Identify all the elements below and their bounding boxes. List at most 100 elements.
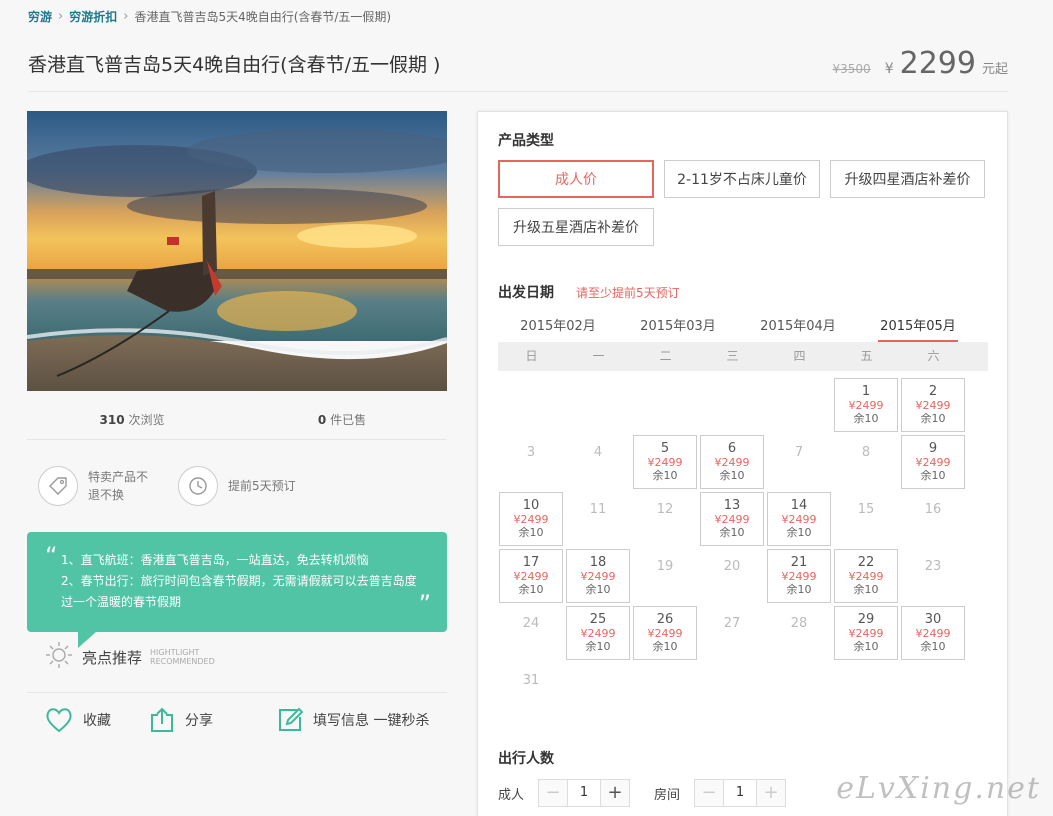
currency-symbol: ¥ [884, 61, 894, 77]
share-button[interactable]: 分享 [149, 707, 213, 733]
calendar-day[interactable]: 22 ¥2499 余10 [834, 549, 898, 603]
calendar-day-number: 19 [656, 559, 674, 574]
calendar-day-number: 16 [924, 502, 942, 517]
sold-label: 件已售 [330, 413, 367, 427]
highlight-line-2: 2、春节出行：旅行时间包含春节假期，无需请假就可以去普吉岛度过一个温暖的春节假期 [61, 574, 417, 609]
calendar-day-number: 1 [861, 384, 871, 399]
calendar-day-remaining: 余10 [920, 640, 946, 653]
calendar-day-remaining: 余10 [853, 640, 879, 653]
calendar-day[interactable]: 14 ¥2499 余10 [767, 492, 831, 546]
highlight-label-en-2: RECOMMENDED [150, 657, 215, 666]
calendar-day-number: 5 [660, 441, 670, 456]
calendar-day-remaining: 余10 [920, 412, 946, 425]
calendar-day-number: 9 [928, 441, 938, 456]
breadcrumb-home-link[interactable]: 穷游 [28, 8, 52, 25]
favorite-button[interactable]: 收藏 [45, 707, 111, 733]
room-stepper: − 1 + [694, 779, 787, 807]
calendar-day[interactable]: 18 ¥2499 余10 [566, 549, 630, 603]
month-tab-2015-04[interactable]: 2015年04月 [738, 314, 858, 342]
calendar-day-remaining: 余10 [652, 640, 678, 653]
room-count[interactable]: 1 [723, 780, 758, 806]
calendar-day-number: 20 [723, 559, 741, 574]
calendar-day[interactable]: 13 ¥2499 余10 [700, 492, 764, 546]
calendar-day[interactable]: 25 ¥2499 余10 [566, 606, 630, 660]
calendar-day[interactable]: 21 ¥2499 余10 [767, 549, 831, 603]
weekday-mon: 一 [592, 349, 605, 363]
calendar-day-price: ¥2499 [714, 513, 750, 526]
weekday-sun: 日 [525, 349, 538, 363]
favorite-label: 收藏 [83, 713, 111, 729]
month-tabs: 2015年02月 2015年03月 2015年04月 2015年05月 [498, 314, 988, 343]
calendar-day-number: 17 [522, 555, 540, 570]
calendar-day: 20 [700, 549, 764, 603]
calendar-day-price: ¥2499 [513, 513, 549, 526]
calendar-day[interactable]: 2 ¥2499 余10 [901, 378, 965, 432]
calendar-day-price: ¥2499 [647, 627, 683, 640]
calendar-day-price: ¥2499 [714, 456, 750, 469]
adult-plus-button[interactable]: + [601, 780, 630, 806]
calendar-day-number: 27 [723, 616, 741, 631]
calendar-day-price: ¥2499 [915, 456, 951, 469]
calendar-day-number: 21 [790, 555, 808, 570]
calendar-day-number: 2 [928, 384, 938, 399]
views-count: 310 [99, 413, 125, 427]
heart-icon [46, 708, 72, 733]
room-minus-button[interactable]: − [695, 780, 724, 806]
calendar-day-number: 10 [522, 498, 540, 513]
product-type-5star[interactable]: 升级五星酒店补差价 [498, 208, 654, 246]
adult-count[interactable]: 1 [567, 780, 602, 806]
adult-label: 成人 [498, 787, 525, 803]
calendar-day-price: ¥2499 [781, 570, 817, 583]
price-suffix: 元起 [981, 62, 1008, 77]
calendar-day-number: 25 [589, 612, 607, 627]
calendar-day-number: 12 [656, 502, 674, 517]
sun-icon [44, 640, 74, 674]
calendar-day-remaining: 余10 [786, 526, 812, 539]
calendar-day: 23 [901, 549, 965, 603]
calendar-day[interactable]: 6 ¥2499 余10 [700, 435, 764, 489]
product-type-4star[interactable]: 升级四星酒店补差价 [830, 160, 985, 198]
month-tab-2015-03[interactable]: 2015年03月 [618, 314, 738, 342]
calendar-day-remaining: 余10 [719, 526, 745, 539]
calendar-day-number: 4 [593, 445, 603, 460]
calendar-day-number: 31 [522, 673, 540, 688]
calendar-day[interactable]: 26 ¥2499 余10 [633, 606, 697, 660]
quick-buy-button[interactable]: 填写信息 一键秒杀 [277, 707, 429, 733]
weekday-tue: 二 [659, 349, 672, 363]
people-row: 成人 − 1 + 房间 − 1 + [498, 779, 787, 807]
adult-minus-button[interactable]: − [539, 780, 568, 806]
calendar-day[interactable]: 5 ¥2499 余10 [633, 435, 697, 489]
calendar-day-number: 23 [924, 559, 942, 574]
tag-icon [38, 466, 78, 506]
calendar-day: 24 [499, 606, 563, 660]
calendar-day[interactable]: 29 ¥2499 余10 [834, 606, 898, 660]
calendar-day: 12 [633, 492, 697, 546]
breadcrumb-discount-link[interactable]: 穷游折扣 [69, 8, 117, 25]
weekday-sat: 六 [927, 349, 940, 363]
chevron-right-icon: › [123, 9, 129, 24]
calendar-day: 4 [566, 435, 630, 489]
calendar-day[interactable]: 17 ¥2499 余10 [499, 549, 563, 603]
close-quote-icon: ” [418, 590, 431, 618]
product-type-child[interactable]: 2-11岁不占床儿童价 [664, 160, 820, 198]
calendar-day-number: 13 [723, 498, 741, 513]
month-tab-2015-05[interactable]: 2015年05月 [858, 314, 978, 343]
product-features: 特卖产品不退不换 提前5天预订 [38, 466, 296, 506]
views-label: 次浏览 [128, 413, 165, 427]
calendar-day: 3 [499, 435, 563, 489]
calendar-day[interactable]: 10 ¥2499 余10 [499, 492, 563, 546]
calendar-day: 15 [834, 492, 898, 546]
share-label: 分享 [185, 713, 213, 729]
calendar-day[interactable]: 9 ¥2499 余10 [901, 435, 965, 489]
calendar-day-number: 11 [589, 502, 607, 517]
room-plus-button[interactable]: + [757, 780, 786, 806]
calendar-day-remaining: 余10 [585, 583, 611, 596]
calendar-day[interactable]: 30 ¥2499 余10 [901, 606, 965, 660]
calendar-day[interactable]: 1 ¥2499 余10 [834, 378, 898, 432]
action-bar: 收藏 分享 填写信息 一键秒杀 [27, 692, 447, 733]
calendar-day-remaining: 余10 [853, 412, 879, 425]
month-tab-2015-02[interactable]: 2015年02月 [498, 314, 618, 342]
edit-icon [279, 707, 303, 731]
product-type-adult[interactable]: 成人价 [498, 160, 654, 198]
calendar-day: 28 [767, 606, 831, 660]
